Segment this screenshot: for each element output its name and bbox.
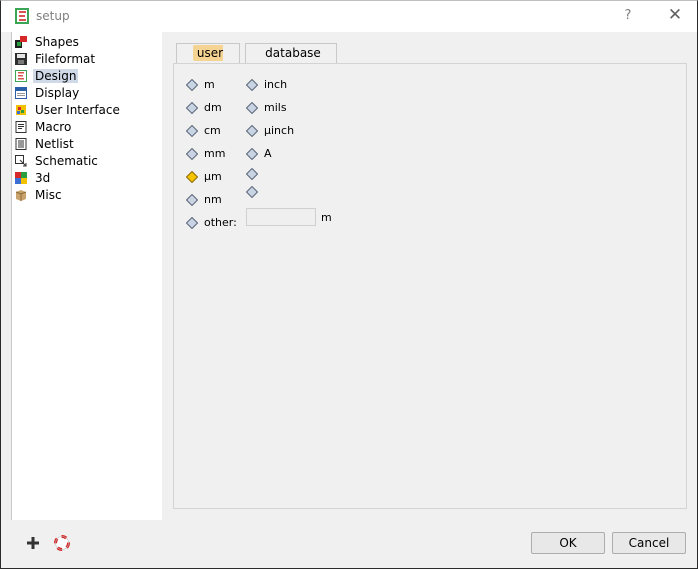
3d-icon xyxy=(15,172,27,184)
shapes-icon xyxy=(15,36,27,48)
category-list: Shapes Fileformat Design Display User In… xyxy=(11,32,162,520)
radio-label: cm xyxy=(204,124,221,137)
schematic-icon xyxy=(15,155,27,167)
window-title: setup xyxy=(36,9,70,23)
setup-window: setup ? ✕ Shapes Fileformat Design Displ… xyxy=(0,0,698,569)
radio-indicator-icon xyxy=(246,186,258,198)
netlist-icon xyxy=(15,138,27,150)
radio-label: other: xyxy=(204,216,237,229)
radio-label: µm xyxy=(204,170,222,183)
radio-indicator-icon xyxy=(186,79,198,91)
nav-label: Schematic xyxy=(35,154,98,168)
tab-user-units[interactable]: user units xyxy=(176,43,240,80)
nav-label: Shapes xyxy=(35,35,79,49)
nav-label: Fileformat xyxy=(35,52,96,66)
radio-label: inch xyxy=(264,78,288,91)
radio-indicator-icon xyxy=(186,217,198,229)
radio-indicator-icon xyxy=(246,148,258,160)
radio-indicator-icon xyxy=(246,125,258,137)
lifebuoy-icon[interactable] xyxy=(54,535,70,551)
radio-indicator-icon xyxy=(246,79,258,91)
user-interface-icon xyxy=(15,104,27,116)
radio-label: m xyxy=(204,78,215,91)
title-bar: setup ? ✕ xyxy=(1,1,697,32)
nav-label: Display xyxy=(35,86,80,100)
ok-button[interactable]: OK xyxy=(531,532,605,554)
plus-icon[interactable] xyxy=(25,535,41,551)
misc-icon xyxy=(15,189,27,201)
nav-label: Macro xyxy=(35,120,72,134)
radio-label: µinch xyxy=(264,124,295,137)
help-button[interactable]: ? xyxy=(616,4,640,28)
nav-label: Misc xyxy=(35,188,62,202)
radio-indicator-icon xyxy=(186,125,198,137)
close-button[interactable]: ✕ xyxy=(660,4,690,28)
radio-indicator-icon xyxy=(186,102,198,114)
app-logo-icon xyxy=(15,8,29,24)
nav-label: 3d xyxy=(35,171,51,185)
radio-label: mils xyxy=(264,101,287,114)
radio-label: dm xyxy=(204,101,222,114)
design-icon xyxy=(15,70,27,82)
nav-label: User Interface xyxy=(35,103,120,117)
radio-indicator-icon xyxy=(246,102,258,114)
radio-label: nm xyxy=(204,193,222,206)
nav-label: Design xyxy=(33,69,79,83)
nav-label: Netlist xyxy=(35,137,74,151)
tab-database-units[interactable]: database units xyxy=(245,43,337,79)
display-icon xyxy=(15,87,27,99)
radio-label: mm xyxy=(204,147,226,160)
macro-icon xyxy=(15,121,27,133)
other-unit-label: m xyxy=(321,211,332,224)
radio-label: A xyxy=(264,147,272,160)
other-unit-input[interactable] xyxy=(246,208,316,226)
radio-indicator-icon xyxy=(186,194,198,206)
radio-indicator-icon xyxy=(186,148,198,160)
radio-selected-icon xyxy=(186,171,198,183)
floppy-icon xyxy=(15,53,27,65)
cancel-button[interactable]: Cancel xyxy=(612,532,686,554)
radio-indicator-icon xyxy=(246,168,258,180)
